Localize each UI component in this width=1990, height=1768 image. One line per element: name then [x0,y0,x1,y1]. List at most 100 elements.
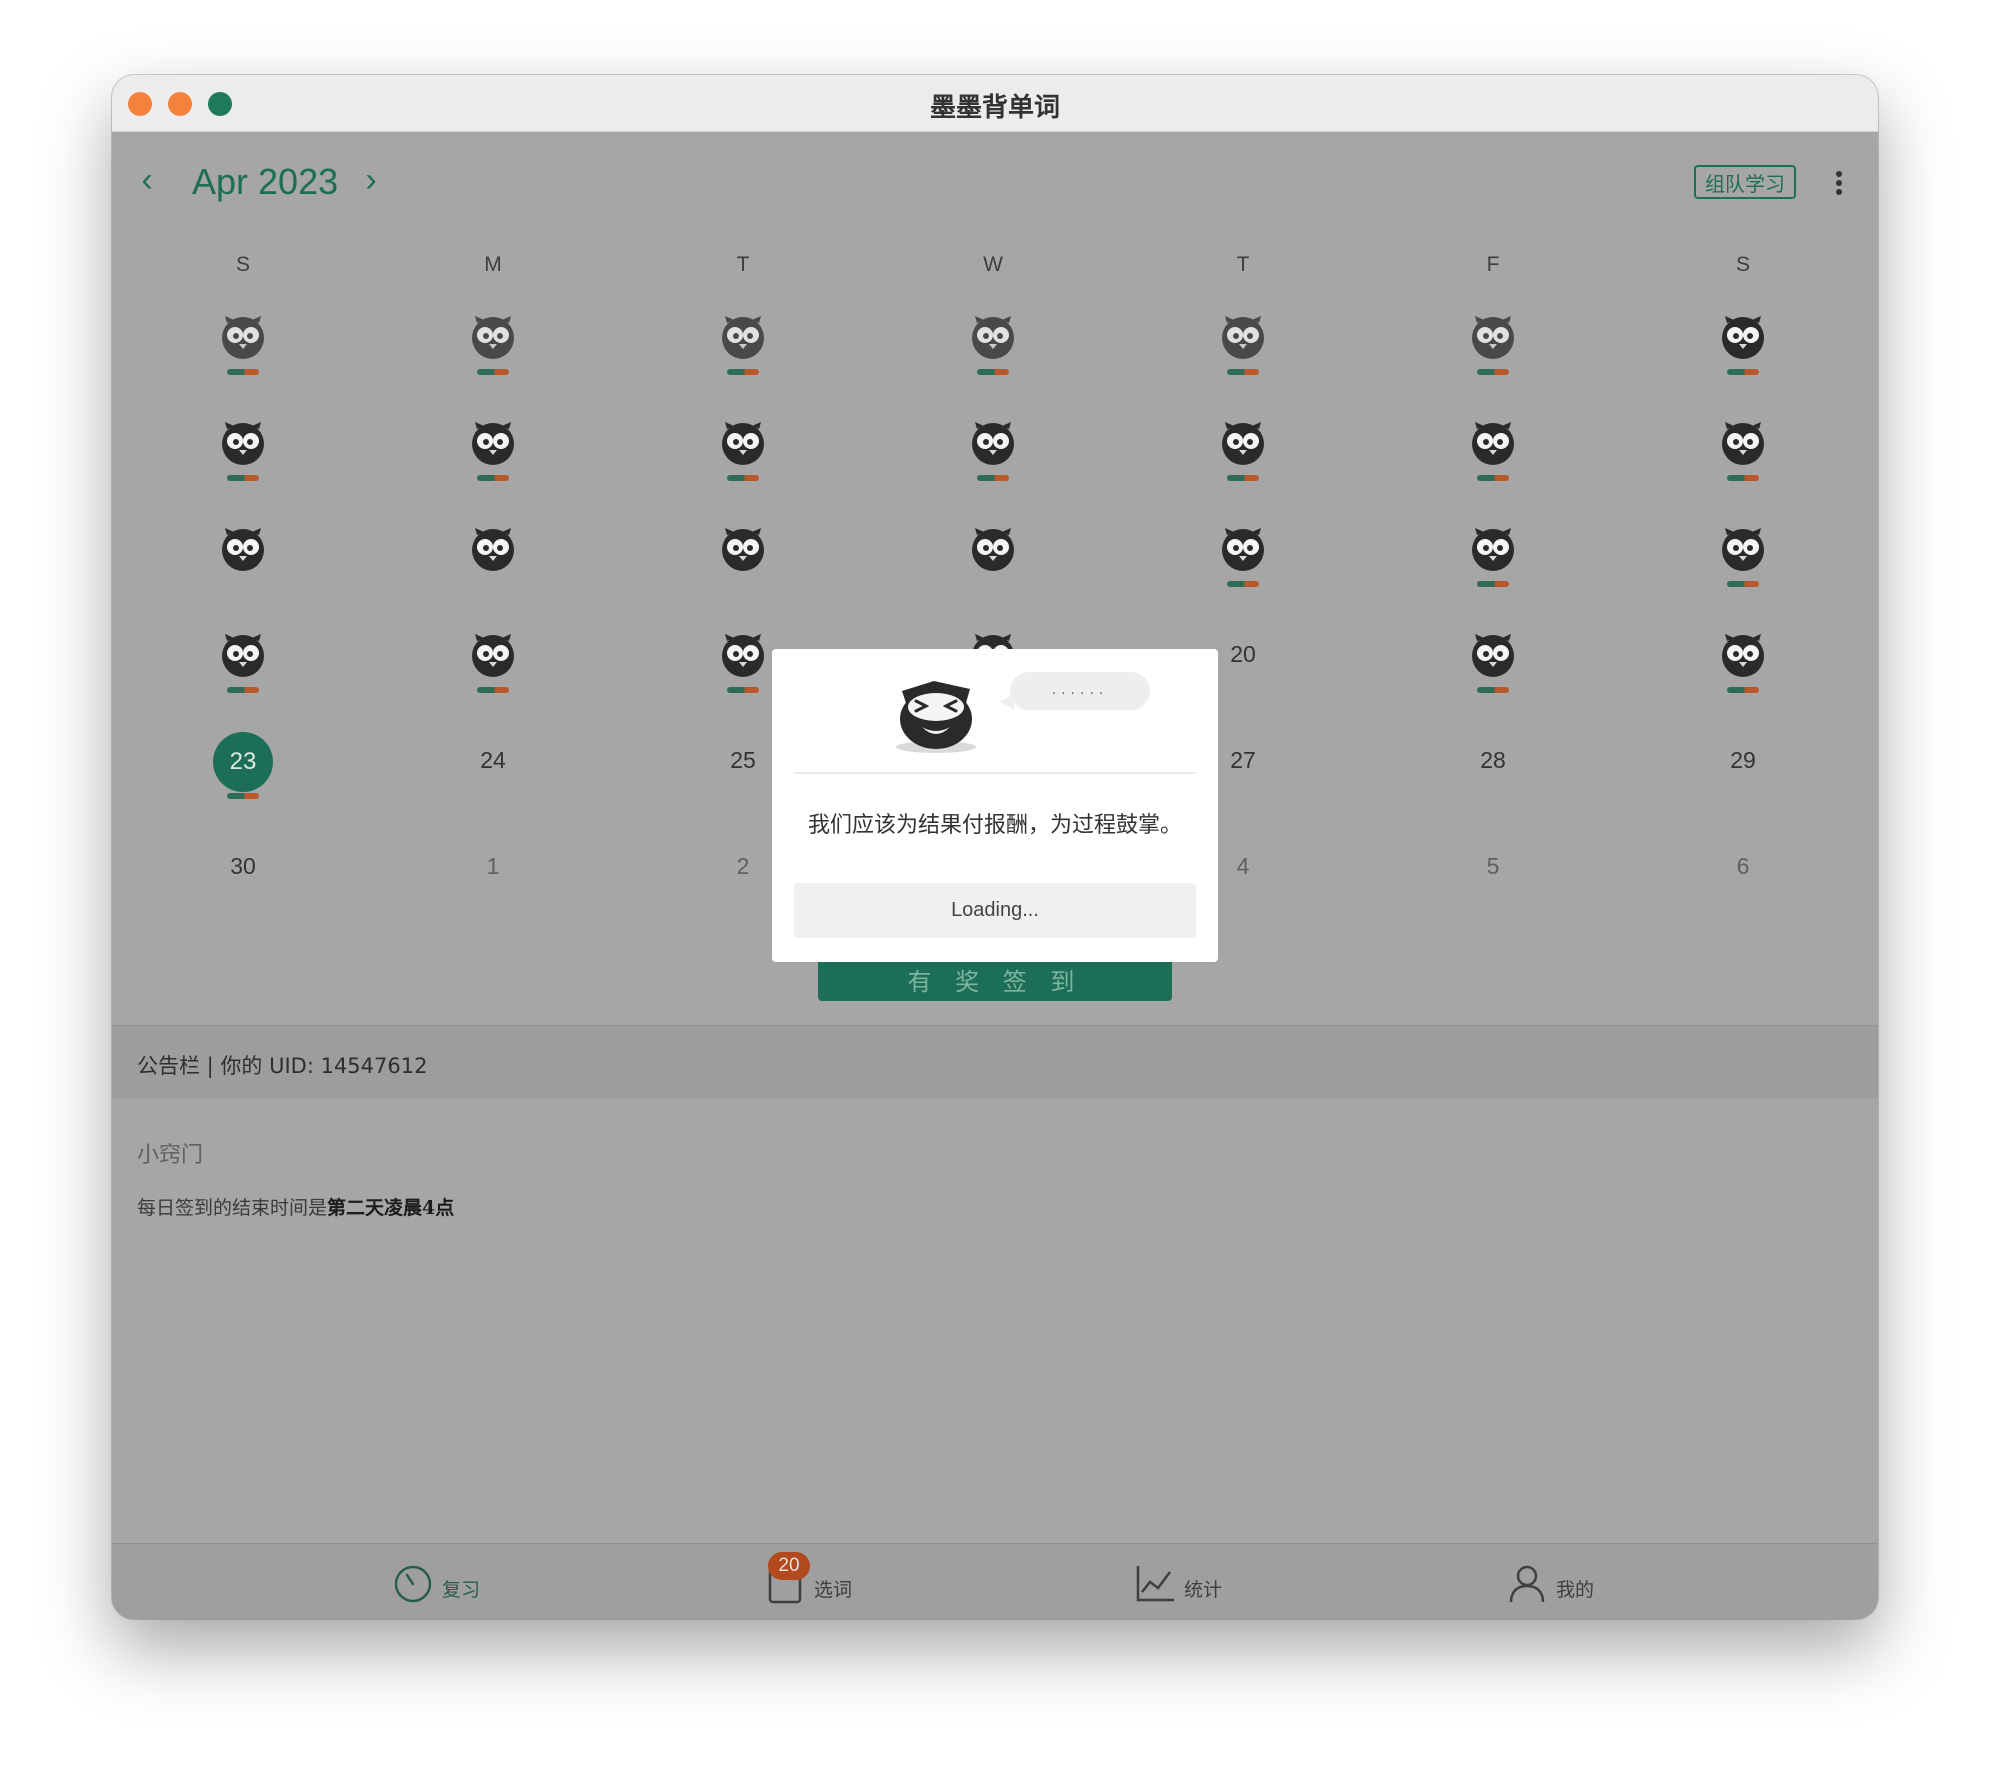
calendar-day[interactable]: 2 [703,843,783,923]
calendar-day[interactable] [703,525,783,605]
calendar-day[interactable]: 30 [203,843,283,923]
progress-bar [1227,475,1259,481]
owl-checkin-icon [719,419,767,467]
calendar-day[interactable]: 6 [1703,843,1783,923]
progress-bar [977,475,1009,481]
day-number: 24 [480,747,506,773]
owl-checkin-icon [219,419,267,467]
owl-checkin-icon [469,525,517,573]
calendar-day[interactable] [1453,525,1533,605]
progress-bar [1227,581,1259,587]
calendar-day[interactable]: 28 [1453,737,1533,817]
progress-bar [1477,687,1509,693]
calendar-day[interactable] [703,313,783,393]
bottom-tab-bar: 复习 20 选词 统计 我的 [112,1543,1878,1619]
previous-month-icon[interactable]: ‹ [134,163,160,197]
weekday-label: M [484,253,502,276]
title-bar: 墨墨背单词 [112,75,1878,132]
day-number: 1 [486,853,500,879]
day-number: 28 [1480,747,1506,773]
owl-checkin-icon [469,419,517,467]
calendar-day[interactable] [953,313,1033,393]
owl-checkin-icon [1219,313,1267,361]
calendar-day[interactable] [453,631,533,711]
window-title: 墨墨背单词 [929,93,1060,123]
calendar-day[interactable]: 1 [453,843,533,923]
calendar-day-today[interactable]: 23 [203,732,283,817]
calendar-day[interactable]: 5 [1453,843,1533,923]
weekday-label: W [983,253,1003,276]
calendar-day[interactable] [953,419,1033,499]
owl-checkin-icon [719,525,767,573]
progress-bar [1227,369,1259,375]
owl-checkin-icon [219,631,267,679]
owl-checkin-icon [719,313,767,361]
progress-bar [477,369,509,375]
calendar-day[interactable]: 24 [453,737,533,817]
loading-indicator: Loading... [794,883,1196,938]
progress-bar [1477,581,1509,587]
progress-bar [1727,687,1759,693]
owl-checkin-icon [1719,631,1767,679]
owl-checkin-icon [1219,525,1267,573]
tip-body-text: 每日签到的结束时间是 [137,1197,328,1219]
calendar-day[interactable] [1453,631,1533,711]
calendar-day[interactable] [953,525,1033,605]
progress-bar [1477,369,1509,375]
owl-checkin-icon [219,313,267,361]
calendar-day[interactable] [1203,525,1283,605]
owl-checkin-icon [1469,419,1517,467]
tip-body-highlight: 第二天凌晨4点 [327,1197,455,1219]
person-icon [1509,1565,1545,1603]
day-number: 6 [1736,853,1750,879]
calendar-day[interactable] [703,419,783,499]
calendar-day[interactable] [453,419,533,499]
loading-dialog: ...... 我们应该为结果付报酬，为过程鼓掌。 Loading... [772,649,1218,962]
day-number: 2 [736,853,750,879]
weekday-label: S [235,253,250,276]
calendar-day[interactable] [1203,313,1283,393]
calendar-day[interactable] [203,419,283,499]
team-study-button[interactable]: 组队学习 [1694,165,1796,199]
calendar-day[interactable] [203,631,283,711]
owl-checkin-icon [219,525,267,573]
calendar-day[interactable] [1203,419,1283,499]
calendar-day[interactable] [1703,313,1783,393]
calendar-day[interactable] [453,525,533,605]
owl-checkin-icon [1469,631,1517,679]
tab-label: 选词 [814,1579,853,1601]
calendar-day[interactable] [1703,525,1783,605]
tab-label: 复习 [442,1579,481,1601]
owl-mascot-icon [896,681,976,753]
calendar-day[interactable]: 29 [1703,737,1783,817]
owl-checkin-icon [1219,419,1267,467]
next-month-icon[interactable]: › [358,163,384,197]
tip-body: 每日签到的结束时间是第二天凌晨4点 [137,1193,454,1220]
owl-checkin-icon [1469,313,1517,361]
speech-bubble: ...... [1000,672,1150,710]
owl-checkin-icon [969,313,1017,361]
calendar-day[interactable] [703,631,783,711]
calendar-day[interactable] [453,313,533,393]
owl-checkin-icon [969,525,1017,573]
day-number: 5 [1486,853,1500,879]
calendar-day[interactable] [1703,631,1783,711]
dialog-quote: 我们应该为结果付报酬，为过程鼓掌。 [807,813,1182,838]
more-options-icon[interactable] [1834,171,1844,197]
notice-title: 公告栏 | 你的 UID: 14547612 [137,1054,428,1078]
weekday-label: F [1486,253,1500,276]
progress-bar [727,687,759,693]
progress-bar [1727,581,1759,587]
calendar-day[interactable] [1703,419,1783,499]
calendar-day[interactable]: 25 [703,737,783,817]
calendar-day[interactable] [1453,313,1533,393]
calendar-day[interactable] [1453,419,1533,499]
weekday-label: S [1735,253,1750,276]
month-label: Apr 2023 [192,161,339,202]
progress-bar [477,687,509,693]
calendar-day[interactable] [203,313,283,393]
day-number: 25 [730,747,756,773]
owl-checkin-icon [469,313,517,361]
calendar-day[interactable] [203,525,283,605]
speech-text: ...... [1051,681,1109,698]
